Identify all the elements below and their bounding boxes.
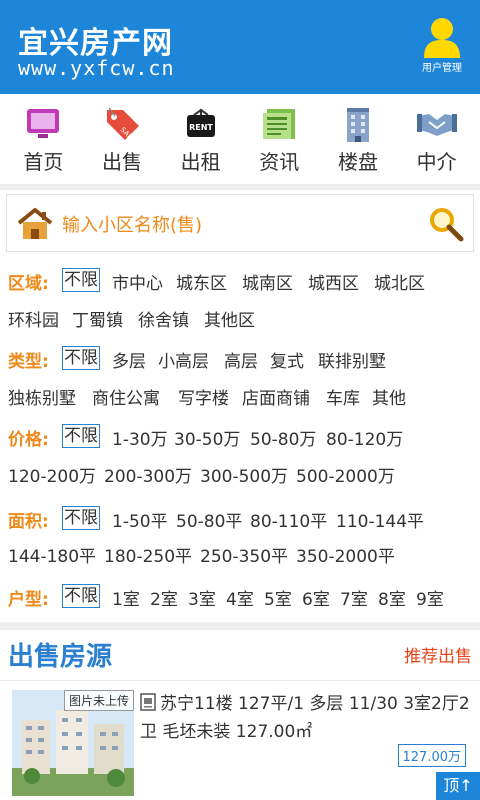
filter-option[interactable]: 店面商铺 bbox=[242, 384, 310, 409]
newspaper-icon bbox=[259, 106, 299, 142]
filter-option[interactable]: 200-300万 bbox=[104, 462, 192, 487]
search-input[interactable]: 输入小区名称(售) bbox=[62, 211, 202, 237]
no-image-tag: 图片未上传 bbox=[63, 690, 134, 711]
filter-option[interactable]: 250-350平 bbox=[200, 542, 288, 567]
filter-option[interactable]: 180-250平 bbox=[104, 542, 192, 567]
search-icon[interactable] bbox=[427, 205, 465, 247]
filter-option[interactable]: 4室 bbox=[226, 585, 254, 610]
filter-option[interactable]: 商住公寓 bbox=[92, 384, 160, 409]
filter-option[interactable]: 复式 bbox=[270, 347, 304, 372]
filter-option[interactable]: 联排别墅 bbox=[318, 347, 386, 372]
nav-label-home: 首页 bbox=[23, 150, 64, 174]
main-nav: 首页 SALE 出售 RENT 出租 资讯 楼盘 中介 bbox=[0, 94, 480, 186]
filter-option[interactable]: 144-180平 bbox=[8, 542, 96, 567]
filter-option[interactable]: 高层 bbox=[224, 347, 258, 372]
filter-label-type: 类型: bbox=[8, 352, 49, 372]
filter-option[interactable]: 丁蜀镇 bbox=[72, 306, 123, 331]
filter-option[interactable]: 7室 bbox=[340, 585, 368, 610]
filter-option[interactable]: 不限 bbox=[62, 506, 100, 530]
rent-sign-icon: RENT bbox=[181, 106, 221, 142]
filter-option[interactable]: 不限 bbox=[62, 424, 100, 448]
nav-label-property: 楼盘 bbox=[337, 150, 378, 174]
filter-option[interactable]: 城西区 bbox=[308, 269, 359, 294]
filter-label-layout: 户型: bbox=[8, 590, 49, 610]
document-icon bbox=[140, 692, 156, 711]
nav-label-sale: 出售 bbox=[101, 150, 142, 174]
filter-option[interactable]: 500-2000万 bbox=[296, 462, 395, 487]
filter-option[interactable]: 1-30万 bbox=[112, 425, 168, 450]
house-icon bbox=[15, 207, 55, 245]
user-icon bbox=[424, 18, 460, 58]
filter-option[interactable]: 110-144平 bbox=[336, 507, 424, 532]
filter-option[interactable]: 50-80万 bbox=[250, 425, 316, 450]
filter-option[interactable]: 1室 bbox=[112, 585, 140, 610]
filter-option[interactable]: 其他 bbox=[372, 384, 406, 409]
filter-option[interactable]: 2室 bbox=[150, 585, 178, 610]
nav-label-agent: 中介 bbox=[416, 150, 457, 174]
user-management-label: 用户管理 bbox=[422, 63, 462, 74]
filter-option[interactable]: 不限 bbox=[62, 584, 100, 608]
filter-option[interactable]: 50-80平 bbox=[176, 507, 242, 532]
filter-option[interactable]: 6室 bbox=[302, 585, 330, 610]
filter-option[interactable]: 环科园 bbox=[8, 306, 59, 331]
filter-option[interactable]: 80-110平 bbox=[250, 507, 327, 532]
filter-option[interactable]: 300-500万 bbox=[200, 462, 288, 487]
svg-text:RENT: RENT bbox=[189, 123, 213, 132]
filter-option[interactable]: 市中心 bbox=[112, 269, 163, 294]
nav-item-home[interactable]: 首页 bbox=[11, 94, 75, 186]
nav-label-news: 资讯 bbox=[259, 150, 300, 174]
filter-option[interactable]: 不限 bbox=[62, 346, 100, 370]
filter-option[interactable]: 不限 bbox=[62, 268, 100, 292]
user-management-button[interactable]: 用户管理 bbox=[414, 16, 470, 76]
nav-item-news[interactable]: 资讯 bbox=[247, 94, 311, 186]
nav-item-sale[interactable]: SALE 出售 bbox=[90, 94, 154, 186]
filter-option[interactable]: 小高层 bbox=[158, 347, 209, 372]
filter-option[interactable]: 80-120万 bbox=[326, 425, 403, 450]
nav-label-rent: 出租 bbox=[180, 150, 221, 174]
listing-thumbnail[interactable]: 图片未上传 bbox=[12, 690, 134, 796]
building-icon bbox=[338, 106, 378, 142]
sale-tag-icon: SALE bbox=[102, 106, 142, 142]
filter-option[interactable]: 350-2000平 bbox=[296, 542, 395, 567]
divider bbox=[0, 680, 480, 681]
nav-item-rent[interactable]: RENT 出租 bbox=[169, 94, 233, 186]
filter-option[interactable]: 独栋别墅 bbox=[8, 384, 76, 409]
filter-label-region: 区域: bbox=[8, 274, 49, 294]
filter-option[interactable]: 车库 bbox=[326, 384, 360, 409]
filter-option[interactable]: 城北区 bbox=[374, 269, 425, 294]
listing-price: 127.00万 bbox=[397, 744, 466, 767]
filter-label-price: 价格: bbox=[8, 430, 49, 450]
filter-option[interactable]: 3室 bbox=[188, 585, 216, 610]
filter-option[interactable]: 写字楼 bbox=[178, 384, 229, 409]
divider bbox=[0, 622, 480, 630]
filter-option[interactable]: 5室 bbox=[264, 585, 292, 610]
site-url: www.yxfcw.cn bbox=[18, 56, 175, 80]
divider bbox=[0, 184, 480, 190]
nav-item-property[interactable]: 楼盘 bbox=[326, 94, 390, 186]
filter-option[interactable]: 9室 bbox=[416, 585, 444, 610]
listing-title: 苏宁11楼 127平/1 多层 11/30 3室2厅2卫 毛坯未装 127.00… bbox=[140, 694, 470, 742]
filter-option[interactable]: 其他区 bbox=[204, 306, 255, 331]
nav-item-agent[interactable]: 中介 bbox=[405, 94, 469, 186]
listing-item[interactable]: 图片未上传 苏宁11楼 127平/1 多层 11/30 3室2厅2卫 毛坯未装 … bbox=[10, 690, 474, 800]
handshake-icon bbox=[416, 106, 457, 142]
filter-option[interactable]: 城东区 bbox=[176, 269, 227, 294]
recommended-sale-link[interactable]: 推荐出售 bbox=[404, 642, 472, 667]
filter-option[interactable]: 8室 bbox=[378, 585, 406, 610]
filter-option[interactable]: 多层 bbox=[112, 347, 146, 372]
filter-label-area: 面积: bbox=[8, 512, 49, 532]
back-to-top-button[interactable]: 顶↑ bbox=[436, 772, 480, 800]
filter-option[interactable]: 徐舍镇 bbox=[138, 306, 189, 331]
section-title: 出售房源 bbox=[8, 642, 113, 672]
monitor-icon bbox=[23, 106, 63, 142]
filter-option[interactable]: 城南区 bbox=[242, 269, 293, 294]
filter-option[interactable]: 30-50万 bbox=[174, 425, 240, 450]
filter-option[interactable]: 1-50平 bbox=[112, 507, 168, 532]
search-box[interactable]: 输入小区名称(售) bbox=[6, 194, 474, 252]
filter-option[interactable]: 120-200万 bbox=[8, 462, 96, 487]
listing-title-wrap[interactable]: 苏宁11楼 127平/1 多层 11/30 3室2厅2卫 毛坯未装 127.00… bbox=[140, 690, 474, 746]
app-header: 宜兴房产网 www.yxfcw.cn 用户管理 bbox=[0, 0, 480, 94]
